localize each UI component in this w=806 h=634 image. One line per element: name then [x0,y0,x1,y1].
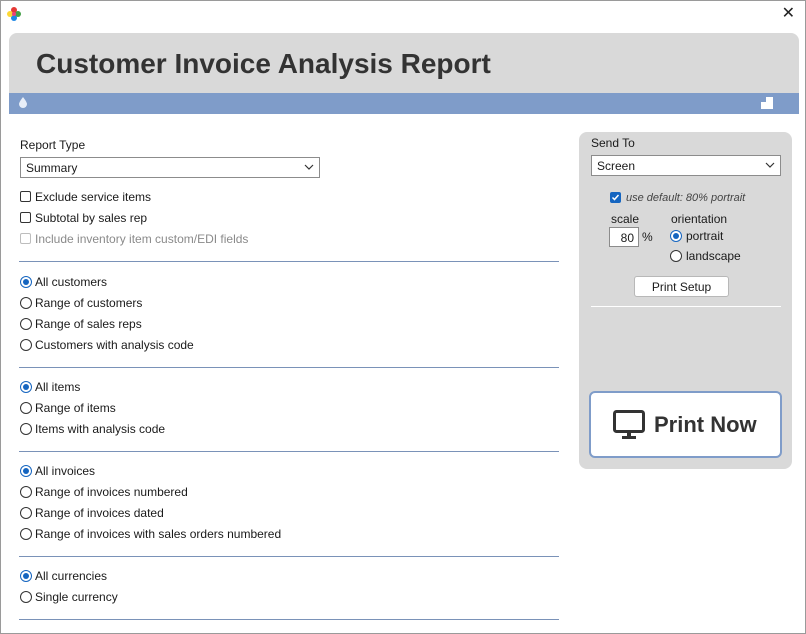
scale-input[interactable]: 80 [609,227,639,247]
report-header: Customer Invoice Analysis Report [9,33,799,93]
close-button[interactable]: ✕ [782,5,795,23]
exclude-service-items-label: Exclude service items [35,190,152,204]
range-of-invoices-numbered-label: Range of invoices numbered [35,485,188,499]
droplet-icon[interactable] [19,97,27,108]
print-now-button[interactable]: Print Now [589,391,782,458]
range-of-sales-reps-radio[interactable] [20,318,32,330]
subtotal-by-sales-rep-checkbox[interactable] [20,212,31,223]
report-type-value: Summary [26,161,78,175]
all-currencies-radio[interactable] [20,570,32,582]
include-custom-fields-checkbox [20,233,31,244]
all-invoices-radio[interactable] [20,465,32,477]
subtotal-by-sales-rep-label: Subtotal by sales rep [35,211,148,225]
range-of-invoices-dated-radio[interactable] [20,507,32,519]
portrait-label: portrait [686,229,724,243]
exclude-service-items-checkbox[interactable] [20,191,31,202]
single-currency-label: Single currency [35,590,118,604]
scale-label: scale [611,212,640,226]
percent-label: % [642,230,653,244]
send-to-value: Screen [597,159,636,173]
portrait-radio[interactable] [670,230,682,242]
send-to-select[interactable]: Screen [591,155,781,176]
range-of-customers-radio[interactable] [20,297,32,309]
customers-with-analysis-code-label: Customers with analysis code [35,338,194,352]
all-customers-label: All customers [35,275,108,289]
items-with-analysis-code-label: Items with analysis code [35,422,166,436]
monitor-icon [613,410,645,439]
app-logo-icon [7,7,21,21]
all-invoices-label: All invoices [35,464,96,478]
range-of-customers-label: Range of customers [35,296,143,310]
page-title: Customer Invoice Analysis Report [36,48,491,79]
print-setup-button[interactable]: Print Setup [634,276,729,297]
print-now-label: Print Now [654,412,757,437]
chevron-down-icon [304,164,314,170]
send-to-label: Send To [591,136,635,150]
landscape-label: landscape [686,249,741,263]
range-of-items-label: Range of items [35,401,116,415]
include-custom-fields-label: Include inventory item custom/EDI fields [35,232,249,246]
orientation-label: orientation [671,212,728,226]
chevron-down-icon [765,162,775,168]
header-toolbar [9,93,799,114]
dialog-window: ✕ Customer Invoice Analysis Report Repor… [0,0,806,634]
section-divider [19,261,559,262]
all-customers-radio[interactable] [20,276,32,288]
note-icon[interactable] [761,97,773,109]
range-of-invoices-sales-orders-label: Range of invoices with sales orders numb… [35,527,282,541]
use-default-label: use default: 80% portrait [626,192,746,204]
single-currency-radio[interactable] [20,591,32,603]
range-of-invoices-sales-orders-radio[interactable] [20,528,32,540]
section-divider [19,556,559,557]
all-items-label: All items [35,380,81,394]
section-divider [19,367,559,368]
section-divider [19,619,559,620]
panel-divider [591,306,781,307]
report-type-label: Report Type [20,138,86,152]
landscape-radio[interactable] [670,250,682,262]
range-of-items-radio[interactable] [20,402,32,414]
use-default-checkbox[interactable] [610,192,621,203]
all-currencies-label: All currencies [35,569,108,583]
items-with-analysis-code-radio[interactable] [20,423,32,435]
range-of-invoices-numbered-radio[interactable] [20,486,32,498]
range-of-sales-reps-label: Range of sales reps [35,317,142,331]
customers-with-analysis-code-radio[interactable] [20,339,32,351]
checkmark-icon [611,194,620,201]
all-items-radio[interactable] [20,381,32,393]
section-divider [19,451,559,452]
range-of-invoices-dated-label: Range of invoices dated [35,506,164,520]
report-type-select[interactable]: Summary [20,157,320,178]
